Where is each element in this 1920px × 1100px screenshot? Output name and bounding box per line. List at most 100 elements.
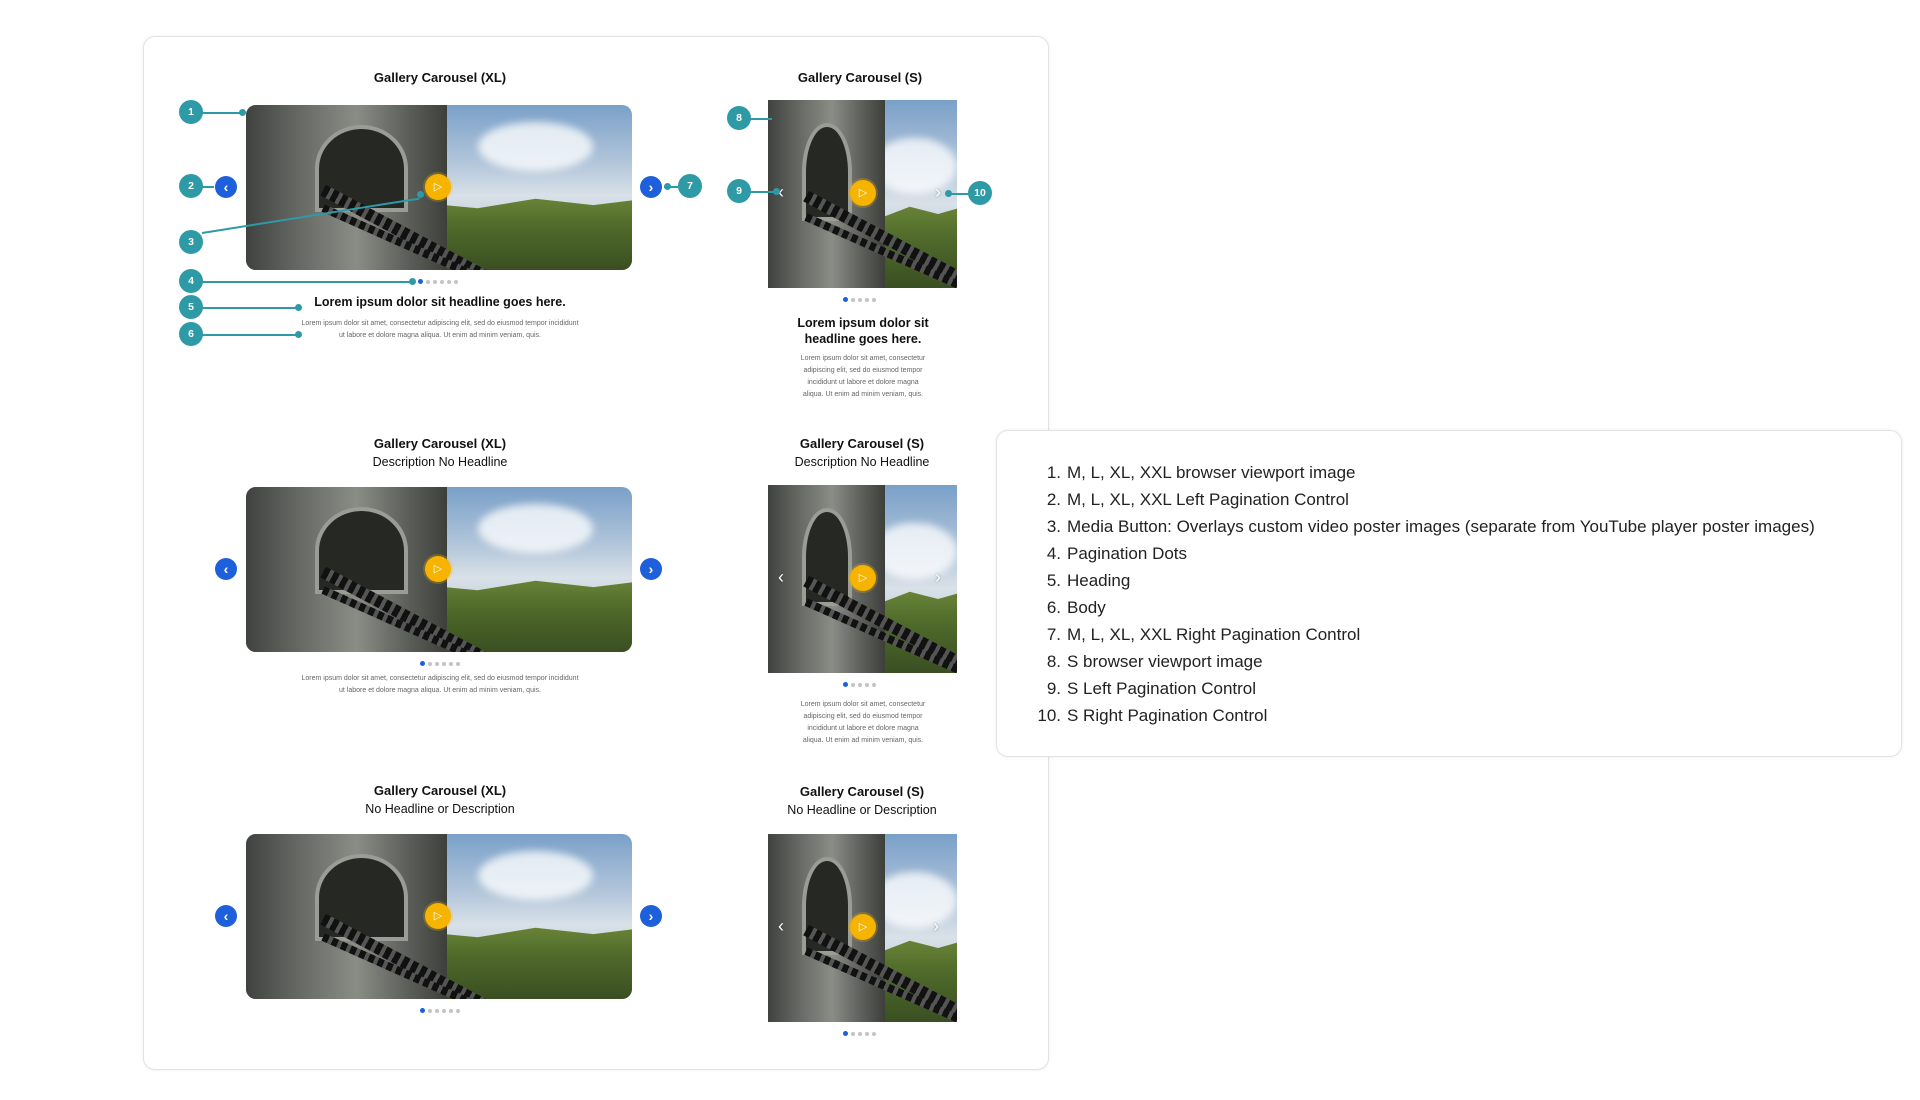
pagination-dot-active[interactable]: [843, 297, 848, 302]
carousel-right-button[interactable]: ›: [640, 176, 662, 198]
legend-item-10: 10. S Right Pagination Control: [1027, 702, 1815, 729]
panel-title-s-2: Gallery Carousel (S): [799, 436, 925, 451]
pagination-dot[interactable]: [865, 1031, 869, 1036]
callout-leader: [750, 118, 772, 120]
callout-leader: [202, 307, 298, 309]
pagination-dots[interactable]: [420, 661, 460, 666]
chevron-left-icon[interactable]: ‹: [778, 568, 784, 586]
carousel-left-button[interactable]: ‹: [215, 176, 237, 198]
callout-badge-5: 5: [179, 295, 203, 319]
chevron-right-icon[interactable]: ›: [935, 183, 941, 201]
legend-item-4: 4. Pagination Dots: [1027, 540, 1815, 567]
pagination-dot[interactable]: [456, 1008, 460, 1013]
pagination-dots[interactable]: [420, 1008, 460, 1013]
pagination-dot[interactable]: [433, 279, 437, 284]
callout-anchor: [239, 109, 246, 116]
legend-text: S browser viewport image: [1067, 652, 1263, 671]
body-line: adipiscing elit, sed do eiusmod tempor: [803, 713, 923, 720]
legend-item-1: 1. M, L, XL, XXL browser viewport image: [1027, 459, 1815, 486]
carousel-body: Lorem ipsum dolor sit amet, consectetur …: [240, 673, 640, 697]
callout-anchor: [295, 331, 302, 338]
pagination-dot[interactable]: [858, 1031, 862, 1036]
legend-text: M, L, XL, XXL Left Pagination Control: [1067, 490, 1349, 509]
play-icon[interactable]: ▷: [425, 174, 451, 200]
pagination-dot[interactable]: [858, 297, 862, 302]
pagination-dot[interactable]: [435, 1008, 439, 1013]
legend-number: 5.: [1046, 571, 1061, 590]
legend-number: 8.: [1046, 652, 1061, 671]
pagination-dot-active[interactable]: [843, 682, 848, 687]
chevron-right-icon[interactable]: ›: [935, 568, 941, 586]
pagination-dots[interactable]: [843, 1031, 876, 1036]
headline-line: headline goes here.: [804, 332, 922, 346]
legend-number: 9.: [1046, 679, 1061, 698]
callout-anchor: [409, 278, 416, 285]
pagination-dot[interactable]: [442, 1008, 446, 1013]
play-icon[interactable]: ▷: [425, 556, 451, 582]
pagination-dot[interactable]: [435, 661, 439, 666]
pagination-dot[interactable]: [449, 661, 453, 666]
callout-badge-7: 7: [678, 174, 702, 198]
pagination-dots[interactable]: [418, 279, 458, 284]
body-line: Lorem ipsum dolor sit amet, consectetur: [800, 355, 926, 362]
pagination-dot[interactable]: [858, 682, 862, 687]
pagination-dot[interactable]: [851, 1031, 855, 1036]
carousel-headline: Lorem ipsum dolor sit headline goes here…: [770, 315, 956, 347]
legend-item-9: 9. S Left Pagination Control: [1027, 675, 1815, 702]
pagination-dot[interactable]: [872, 682, 876, 687]
body-line: ut labore et dolore magna aliqua. Ut eni…: [339, 687, 541, 694]
pagination-dot[interactable]: [449, 1008, 453, 1013]
pagination-dot[interactable]: [440, 279, 444, 284]
panel-title-s-1: Gallery Carousel (S): [797, 70, 923, 85]
legend-item-7: 7. M, L, XL, XXL Right Pagination Control: [1027, 621, 1815, 648]
legend-item-8: 8. S browser viewport image: [1027, 648, 1815, 675]
callout-badge-4: 4: [179, 269, 203, 293]
pagination-dot[interactable]: [851, 297, 855, 302]
pagination-dot[interactable]: [456, 661, 460, 666]
pagination-dot[interactable]: [454, 279, 458, 284]
legend-item-6: 6. Body: [1027, 594, 1815, 621]
legend-text: S Left Pagination Control: [1067, 679, 1257, 698]
play-icon[interactable]: ▷: [850, 180, 876, 206]
play-icon[interactable]: ▷: [850, 914, 876, 940]
pagination-dot[interactable]: [865, 682, 869, 687]
pagination-dot-active[interactable]: [420, 1008, 425, 1013]
chevron-right-icon[interactable]: ›: [933, 917, 939, 935]
pagination-dot[interactable]: [872, 297, 876, 302]
pagination-dot-active[interactable]: [420, 661, 425, 666]
body-line: adipiscing elit, sed do eiusmod tempor: [803, 367, 923, 374]
body-line: Lorem ipsum dolor sit amet, consectetur …: [301, 320, 579, 327]
pagination-dots[interactable]: [843, 682, 876, 687]
pagination-dot[interactable]: [872, 1031, 876, 1036]
panel-title-xl-3: Gallery Carousel (XL): [373, 783, 507, 798]
legend-number: 7.: [1046, 625, 1061, 644]
carousel-right-button[interactable]: ›: [640, 558, 662, 580]
carousel-left-button[interactable]: ‹: [215, 558, 237, 580]
pagination-dot[interactable]: [428, 661, 432, 666]
callout-leader: [202, 112, 242, 114]
play-icon[interactable]: ▷: [850, 565, 876, 591]
legend-number: 4.: [1046, 544, 1061, 563]
legend-item-5: 5. Heading: [1027, 567, 1815, 594]
pagination-dot[interactable]: [447, 279, 451, 284]
legend-text: Body: [1067, 598, 1106, 617]
carousel-right-button[interactable]: ›: [640, 905, 662, 927]
play-icon[interactable]: ▷: [425, 903, 451, 929]
carousel-left-button[interactable]: ‹: [215, 905, 237, 927]
pagination-dot[interactable]: [428, 1008, 432, 1013]
pagination-dot[interactable]: [426, 279, 430, 284]
legend-text: S Right Pagination Control: [1067, 706, 1268, 725]
pagination-dot[interactable]: [442, 661, 446, 666]
callout-anchor: [664, 183, 671, 190]
legend-list: 1. M, L, XL, XXL browser viewport image 2…: [1027, 459, 1815, 729]
chevron-left-icon[interactable]: ‹: [778, 917, 784, 935]
pagination-dot[interactable]: [851, 682, 855, 687]
body-line: aliqua. Ut enim ad minim veniam, quis.: [802, 391, 924, 398]
callout-badge-3: 3: [179, 230, 203, 254]
callout-anchor: [945, 190, 952, 197]
pagination-dot-active[interactable]: [843, 1031, 848, 1036]
pagination-dots[interactable]: [843, 297, 876, 302]
pagination-dot[interactable]: [865, 297, 869, 302]
pagination-dot-active[interactable]: [418, 279, 423, 284]
body-line: incididunt ut labore et dolore magna: [807, 725, 919, 732]
